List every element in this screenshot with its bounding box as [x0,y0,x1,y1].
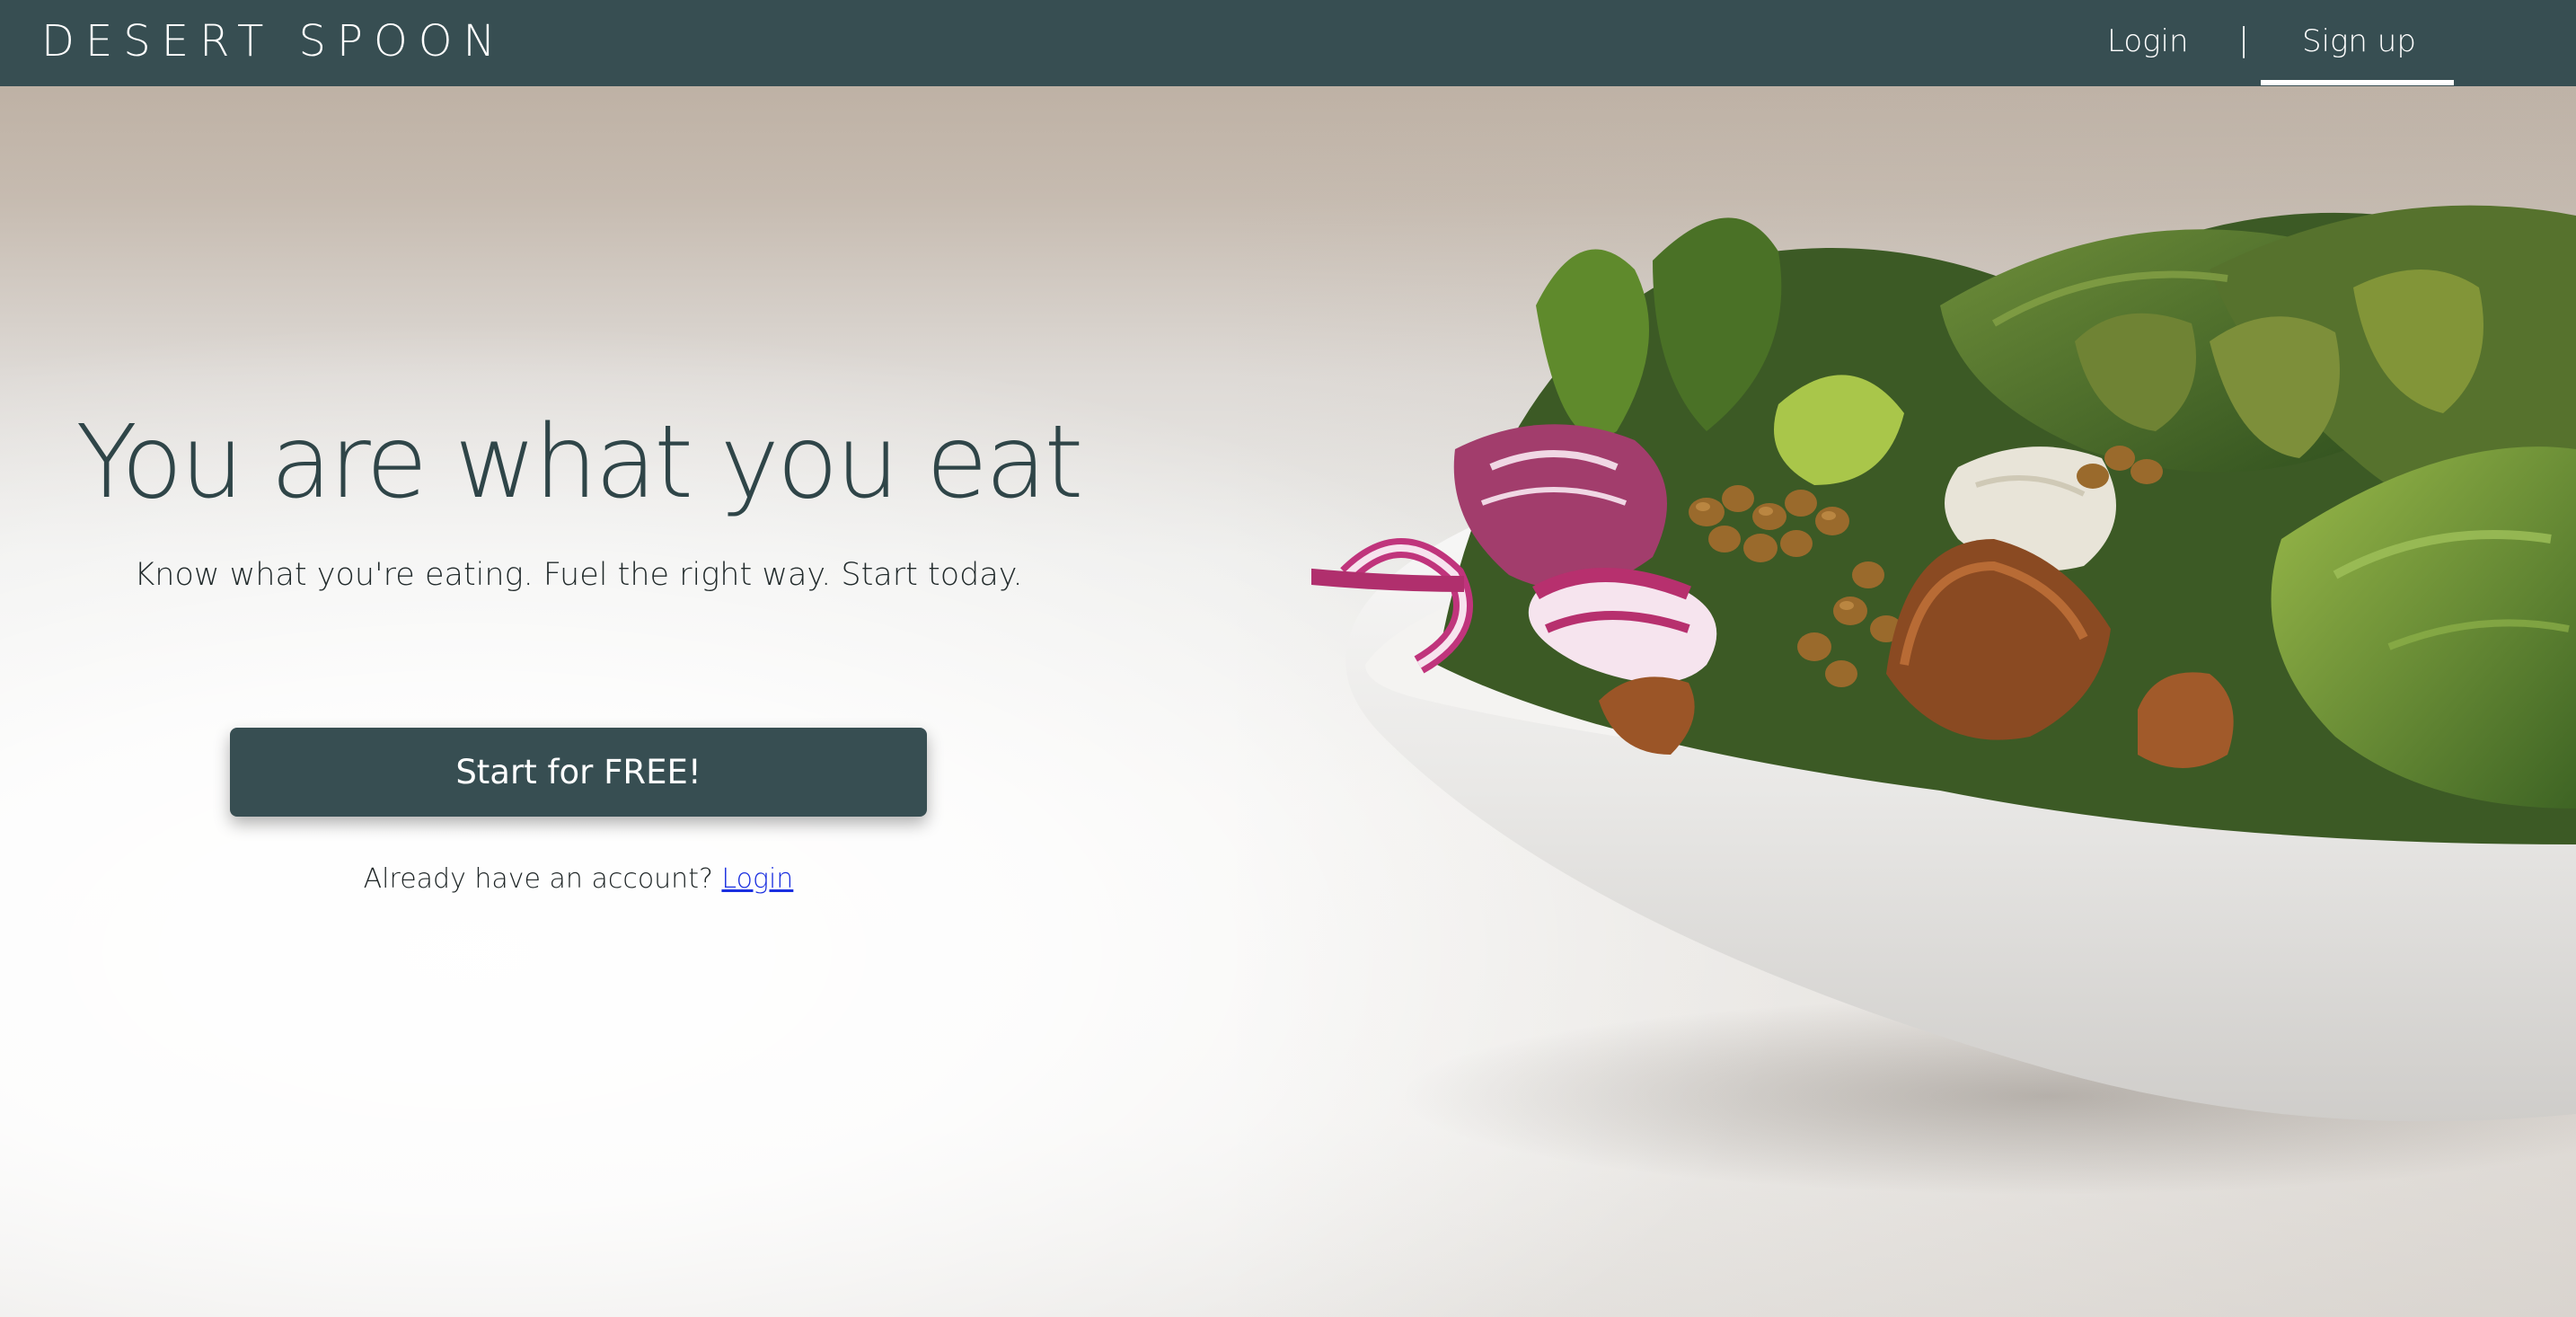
nav-active-indicator [2261,80,2454,85]
landing-page: DESERT SPOON Login | Sign up You are wha… [0,0,2576,1317]
nav-signup-link[interactable]: Sign up [2302,23,2416,59]
hero-subheadline: Know what you're eating. Fuel the right … [134,557,1023,593]
brand-logo-text[interactable]: DESERT SPOON [41,16,506,66]
nav-separator: | [2238,22,2250,58]
nav-login-link[interactable]: Login [2107,23,2189,59]
hero-headline: You are what you eat [75,404,1084,521]
account-prompt-text: Already have an account? [363,863,722,895]
existing-account-prompt: Already have an account? Login [0,861,1157,898]
hero-text-block: You are what you eat Know what you're ea… [0,386,1157,597]
top-navbar: DESERT SPOON Login | Sign up [0,0,2576,86]
start-free-button[interactable]: Start for FREE! [230,728,927,817]
account-login-link[interactable]: Login [721,863,793,895]
salad-bowl-image [1311,205,2576,1195]
